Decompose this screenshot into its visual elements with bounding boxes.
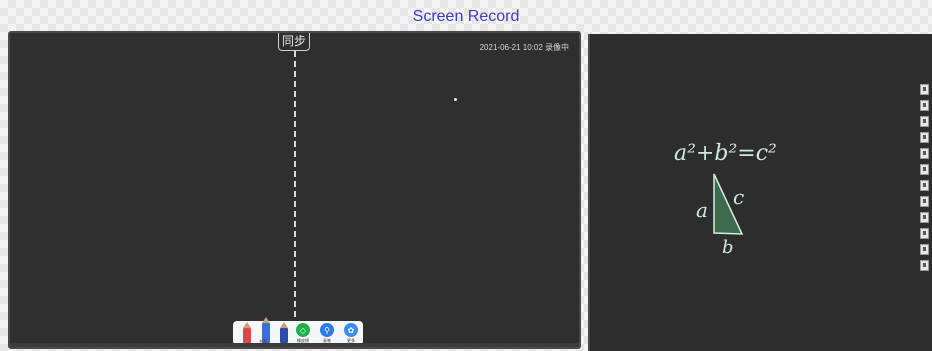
cursor-dot xyxy=(454,98,457,101)
pencil-navy-icon[interactable] xyxy=(280,322,288,343)
side-tool-icon[interactable] xyxy=(920,260,929,271)
side-tool-icon[interactable] xyxy=(920,164,929,175)
side-tool-icon[interactable] xyxy=(920,116,929,127)
side-tool-icon[interactable] xyxy=(920,100,929,111)
side-c-label: c xyxy=(733,185,744,209)
settings-icon: ✿ xyxy=(344,323,358,337)
side-tool-icon[interactable] xyxy=(920,132,929,143)
eraser-icon: ◇ xyxy=(296,323,310,337)
recording-timestamp: 2021-06-21 10:02 录像中 xyxy=(479,43,569,52)
more-tool[interactable]: ✿ 更多 xyxy=(339,321,363,344)
side-tool-icon[interactable] xyxy=(920,228,929,239)
brush-tool[interactable]: ⚲ 画笔 xyxy=(315,321,339,344)
bottom-toolbar: 书写 ◇ 橡皮擦 ⚲ 画笔 ✿ 更多 xyxy=(233,317,363,345)
side-b-label: b xyxy=(722,237,734,258)
pencil-red-icon[interactable] xyxy=(243,322,251,343)
side-toolbar xyxy=(920,84,930,276)
left-board-panel[interactable]: 同步 2021-06-21 10:02 录像中 书写 ◇ 橡皮擦 ⚲ 画笔 ✿ … xyxy=(8,31,581,349)
user-icon: ⚲ xyxy=(320,323,334,337)
right-board-panel[interactable]: a²+b²=c² a c b xyxy=(588,34,932,351)
equation-text: a²+b²=c² xyxy=(674,141,777,166)
side-tool-icon[interactable] xyxy=(920,180,929,191)
side-a-label: a xyxy=(696,198,708,222)
sync-divider-line xyxy=(294,51,296,347)
window-title: Screen Record xyxy=(412,8,520,25)
sync-button[interactable]: 同步 xyxy=(278,33,310,51)
side-tool-icon[interactable] xyxy=(920,84,929,95)
handwriting-canvas: a²+b²=c² a c b xyxy=(674,141,777,258)
side-tool-icon[interactable] xyxy=(920,212,929,223)
side-tool-icon[interactable] xyxy=(920,244,929,255)
status-strip xyxy=(10,343,579,347)
eraser-tool[interactable]: ◇ 橡皮擦 xyxy=(291,321,315,344)
side-tool-icon[interactable] xyxy=(920,148,929,159)
side-tool-icon[interactable] xyxy=(920,196,929,207)
